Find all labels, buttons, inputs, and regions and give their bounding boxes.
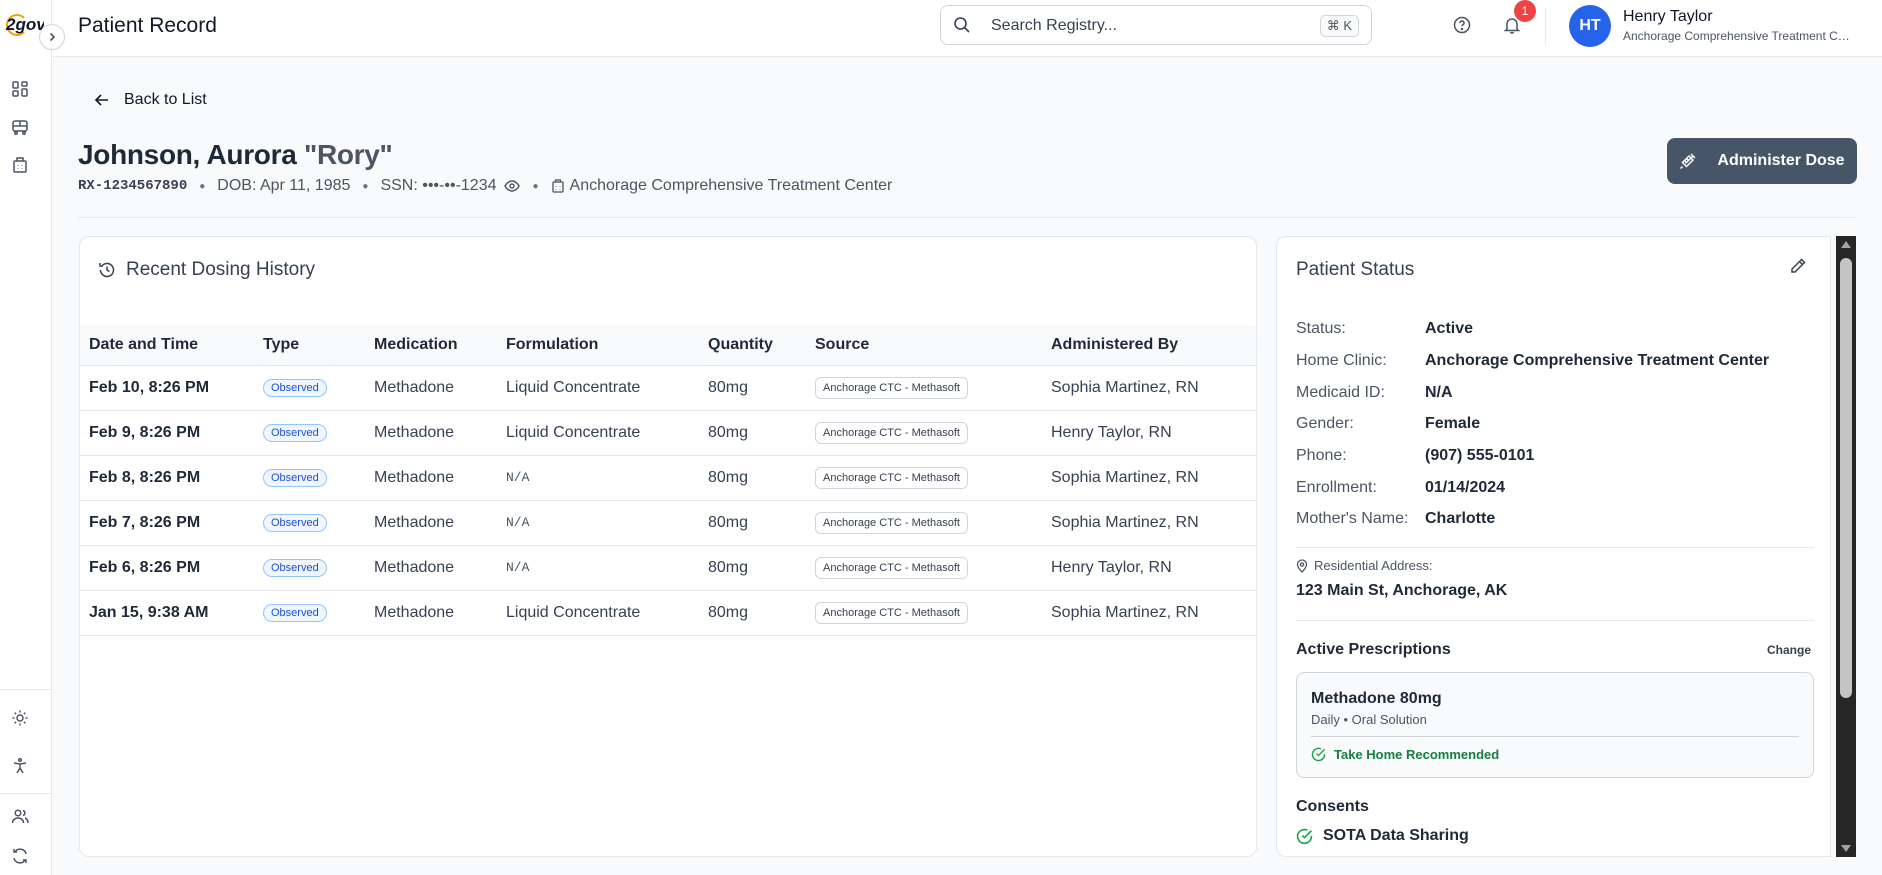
status-field: Enrollment: 01/14/2024 bbox=[1296, 479, 1506, 496]
table-row[interactable]: Feb 10, 8:26 PM Observed Methadone Liqui… bbox=[80, 365, 1256, 411]
column-header[interactable]: Formulation bbox=[497, 325, 699, 366]
type-badge: Observed bbox=[263, 559, 327, 577]
app-logo[interactable]: 2gov bbox=[2, 10, 44, 42]
patient-ssn: SSN: •••-••-1234 bbox=[380, 177, 497, 194]
sun-icon[interactable] bbox=[8, 706, 32, 730]
pencil-icon[interactable] bbox=[1789, 257, 1807, 280]
help-icon[interactable] bbox=[1450, 13, 1474, 37]
status-scrollbar[interactable] bbox=[1836, 236, 1856, 857]
check-circle-icon bbox=[1311, 747, 1326, 762]
refresh-icon[interactable] bbox=[8, 844, 32, 868]
column-header[interactable]: Quantity bbox=[699, 325, 806, 366]
table-row[interactable]: Jan 15, 9:38 AM Observed Methadone Liqui… bbox=[80, 590, 1256, 636]
back-label: Back to List bbox=[124, 91, 207, 108]
source-badge: Anchorage CTC - Methasoft bbox=[815, 421, 968, 444]
status-field: Home Clinic: Anchorage Comprehensive Trea… bbox=[1296, 352, 1770, 369]
table-row[interactable]: Feb 7, 8:26 PM Observed Methadone N/A 80… bbox=[80, 500, 1256, 546]
building-icon[interactable] bbox=[8, 153, 32, 177]
building-icon bbox=[551, 179, 565, 193]
search-shortcut: ⌘ K bbox=[1319, 15, 1359, 37]
notification-badge: 1 bbox=[1514, 0, 1536, 22]
user-name[interactable]: Henry Taylor bbox=[1623, 8, 1713, 26]
prescription-detail: Daily • Oral Solution bbox=[1311, 712, 1427, 727]
status-field: Mother's Name: Charlotte bbox=[1296, 510, 1496, 527]
users-icon[interactable] bbox=[8, 804, 32, 828]
status-field: Status: Active bbox=[1296, 320, 1474, 337]
syringe-icon bbox=[1680, 153, 1696, 170]
table-row[interactable]: Feb 8, 8:26 PM Observed Methadone N/A 80… bbox=[80, 455, 1256, 501]
patient-clinic: Anchorage Comprehensive Treatment Center bbox=[569, 177, 893, 194]
dosing-history-title: Recent Dosing History bbox=[98, 259, 315, 281]
accessibility-icon[interactable] bbox=[8, 754, 32, 778]
page-title: Patient Record bbox=[78, 14, 217, 37]
address-label: Residential Address: bbox=[1296, 558, 1433, 573]
type-badge: Observed bbox=[263, 469, 327, 487]
administer-dose-button[interactable]: Administer Dose bbox=[1667, 138, 1857, 184]
sidebar-expand-button[interactable] bbox=[39, 24, 65, 50]
scroll-up-icon[interactable] bbox=[1841, 241, 1851, 248]
map-pin-icon bbox=[1296, 558, 1308, 573]
search-icon bbox=[953, 16, 971, 39]
column-header[interactable]: Source bbox=[806, 325, 1042, 366]
dosing-table: Date and Time Type Medication Formulatio… bbox=[80, 325, 1256, 636]
patient-name: Johnson, Aurora "Rory" bbox=[78, 139, 393, 170]
prescription-card[interactable]: Methadone 80mg Daily • Oral Solution Tak… bbox=[1296, 672, 1814, 778]
address-value: 123 Main St, Anchorage, AK bbox=[1296, 582, 1508, 599]
consents-title: Consents bbox=[1296, 798, 1369, 815]
take-home-recommendation: Take Home Recommended bbox=[1311, 747, 1499, 762]
search-input[interactable]: Search Registry... ⌘ K bbox=[940, 5, 1372, 45]
history-icon bbox=[99, 262, 115, 278]
scroll-thumb[interactable] bbox=[1840, 258, 1852, 698]
type-badge: Observed bbox=[263, 604, 327, 622]
scroll-down-icon[interactable] bbox=[1841, 845, 1851, 852]
dosing-history-card: Recent Dosing History Date and Time Type… bbox=[79, 236, 1257, 857]
column-header[interactable]: Type bbox=[254, 325, 365, 366]
type-badge: Observed bbox=[263, 424, 327, 442]
back-to-list-link[interactable]: Back to List bbox=[94, 91, 207, 109]
dashboard-icon[interactable] bbox=[8, 77, 32, 101]
user-clinic: Anchorage Comprehensive Treatment Center bbox=[1623, 29, 1853, 43]
status-field: Medicaid ID: N/A bbox=[1296, 384, 1453, 401]
avatar[interactable]: HT bbox=[1569, 5, 1611, 47]
consent-item: SOTA Data Sharing bbox=[1296, 827, 1469, 845]
change-prescription-button[interactable]: Change bbox=[1767, 643, 1811, 657]
table-row[interactable]: Feb 6, 8:26 PM Observed Methadone N/A 80… bbox=[80, 545, 1256, 591]
type-badge: Observed bbox=[263, 379, 327, 397]
prescription-name: Methadone 80mg bbox=[1311, 690, 1442, 707]
column-header[interactable]: Administered By bbox=[1042, 325, 1256, 366]
column-header[interactable]: Medication bbox=[365, 325, 497, 366]
source-badge: Anchorage CTC - Methasoft bbox=[815, 376, 968, 399]
patient-meta: RX-1234567890 ● DOB: Apr 11, 1985 ● SSN:… bbox=[78, 177, 893, 194]
patient-status-title: Patient Status bbox=[1296, 259, 1415, 280]
status-field: Gender: Female bbox=[1296, 415, 1481, 432]
type-badge: Observed bbox=[263, 514, 327, 532]
patient-rx-id: RX-1234567890 bbox=[78, 178, 188, 194]
source-badge: Anchorage CTC - Methasoft bbox=[815, 466, 968, 489]
source-badge: Anchorage CTC - Methasoft bbox=[815, 601, 968, 624]
chevron-right-icon bbox=[49, 32, 56, 42]
source-badge: Anchorage CTC - Methasoft bbox=[815, 556, 968, 579]
search-placeholder: Search Registry... bbox=[991, 17, 1117, 34]
sidebar: 2gov bbox=[0, 0, 52, 875]
bus-icon[interactable] bbox=[8, 115, 32, 139]
arrow-left-icon bbox=[94, 94, 108, 106]
table-row[interactable]: Feb 9, 8:26 PM Observed Methadone Liquid… bbox=[80, 410, 1256, 456]
eye-icon[interactable] bbox=[504, 178, 521, 194]
patient-dob: DOB: Apr 11, 1985 bbox=[217, 177, 351, 194]
patient-status-card: Patient Status Status: Active Home Clinic… bbox=[1276, 236, 1831, 857]
status-field: Phone: (907) 555-0101 bbox=[1296, 447, 1535, 464]
source-badge: Anchorage CTC - Methasoft bbox=[815, 511, 968, 534]
active-prescriptions-title: Active Prescriptions bbox=[1296, 641, 1451, 658]
column-header[interactable]: Date and Time bbox=[80, 325, 254, 366]
check-circle-icon bbox=[1296, 828, 1313, 844]
